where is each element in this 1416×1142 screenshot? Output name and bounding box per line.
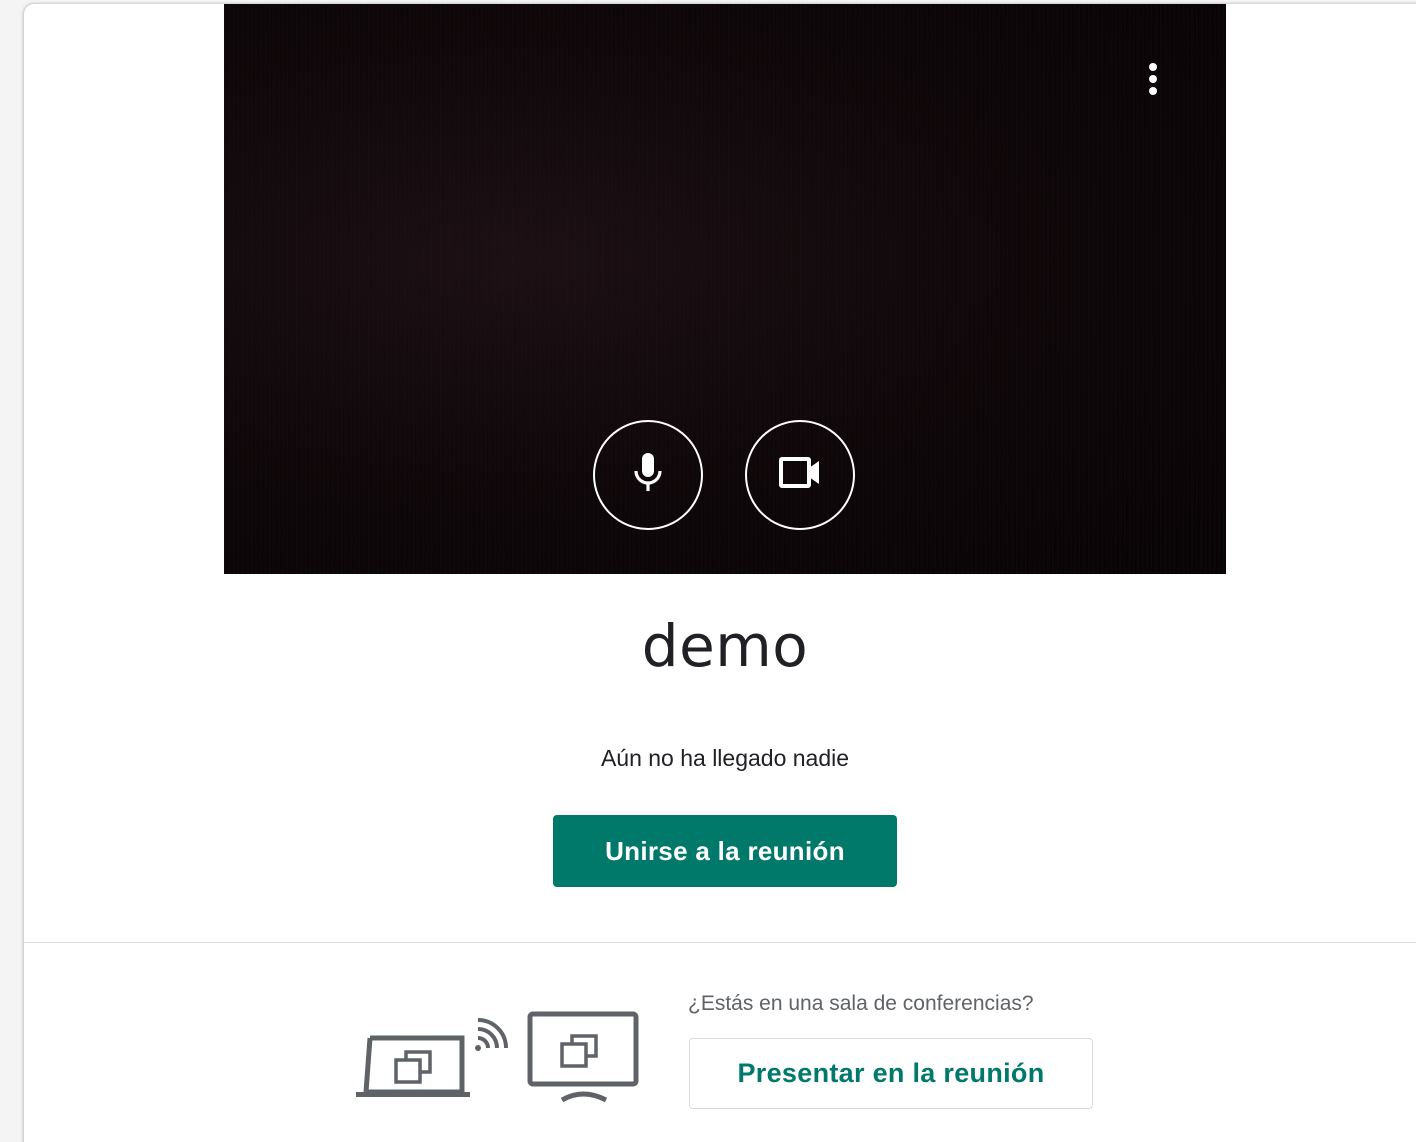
join-meeting-button[interactable]: Unirse a la reunión [553, 815, 897, 887]
participants-status: Aún no ha llegado nadie [600, 745, 850, 771]
more-options-button[interactable] [1138, 54, 1168, 102]
microphone-icon [628, 449, 668, 502]
videocam-icon [776, 453, 824, 498]
tv-display-icon [527, 1011, 639, 1103]
laptop-icon [356, 1035, 470, 1097]
meeting-title: demo [641, 612, 809, 680]
section-divider [24, 942, 1416, 943]
camera-toggle-button[interactable] [745, 420, 855, 530]
present-in-meeting-button[interactable]: Presentar en la reunión [689, 1038, 1093, 1109]
more-vert-icon [1138, 54, 1168, 102]
microphone-toggle-button[interactable] [593, 420, 703, 530]
conference-room-question: ¿Estás en una sala de conferencias? [688, 992, 1034, 1015]
present-devices-illustration [350, 1008, 650, 1108]
cast-signal-icon [475, 1018, 508, 1051]
meet-prejoin-page: demo Aún no ha llegado nadie Unirse a la… [0, 0, 1416, 1142]
camera-preview [224, 4, 1226, 574]
